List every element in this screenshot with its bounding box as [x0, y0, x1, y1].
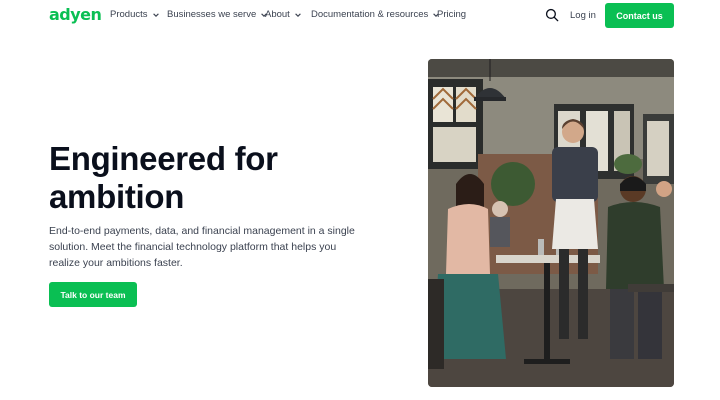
nav-item-pricing[interactable]: Pricing — [437, 9, 466, 21]
restaurant-scene-illustration — [428, 59, 674, 387]
nav-item-label: Businesses we serve — [167, 9, 257, 20]
nav-item-label: About — [265, 9, 290, 20]
nav-item-documentation[interactable]: Documentation & resources — [311, 9, 440, 21]
top-navigation: adyen Products Businesses we serve About… — [0, 0, 720, 32]
nav-item-label: Documentation & resources — [311, 9, 429, 20]
nav-item-label: Pricing — [437, 9, 467, 20]
nav-item-about[interactable]: About — [265, 9, 302, 21]
talk-to-our-team-button[interactable]: Talk to our team — [49, 282, 137, 307]
hero-image — [428, 59, 674, 387]
adyen-logo[interactable]: adyen — [49, 5, 102, 25]
nav-item-businesses[interactable]: Businesses we serve — [167, 9, 268, 21]
contact-us-button[interactable]: Contact us — [605, 3, 674, 28]
hero-title: Engineered for ambition — [49, 140, 278, 215]
nav-item-label: Products — [110, 9, 148, 20]
chevron-down-icon — [295, 13, 301, 17]
chevron-down-icon — [152, 13, 159, 17]
hero-description: End-to-end payments, data, and financial… — [49, 225, 355, 269]
login-link[interactable]: Log in — [570, 10, 596, 22]
nav-item-products[interactable]: Products — [110, 9, 160, 21]
search-icon[interactable] — [545, 8, 559, 22]
